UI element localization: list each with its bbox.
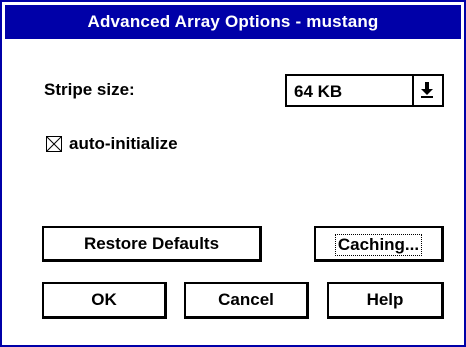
checkbox-checked-icon[interactable] [46, 136, 62, 152]
restore-defaults-button[interactable]: Restore Defaults [42, 226, 262, 262]
auto-initialize-label: auto-initialize [69, 134, 178, 153]
ok-button[interactable]: OK [42, 282, 167, 319]
help-button[interactable]: Help [327, 282, 444, 319]
dropdown-arrow-button[interactable] [412, 76, 442, 105]
cancel-button[interactable]: Cancel [184, 282, 309, 319]
title-bar[interactable]: Advanced Array Options - mustang [5, 5, 461, 39]
caching-button-label: Caching... [334, 233, 423, 256]
caching-button[interactable]: Caching... [314, 226, 444, 262]
dropdown-arrow-icon [421, 82, 433, 98]
stripe-size-label: Stripe size: [44, 80, 135, 99]
advanced-array-options-dialog: Advanced Array Options - mustang Stripe … [0, 0, 466, 347]
stripe-size-value: 64 KB [294, 82, 343, 101]
stripe-size-dropdown[interactable]: 64 KB [285, 74, 444, 107]
window-title: Advanced Array Options - mustang [87, 12, 379, 31]
